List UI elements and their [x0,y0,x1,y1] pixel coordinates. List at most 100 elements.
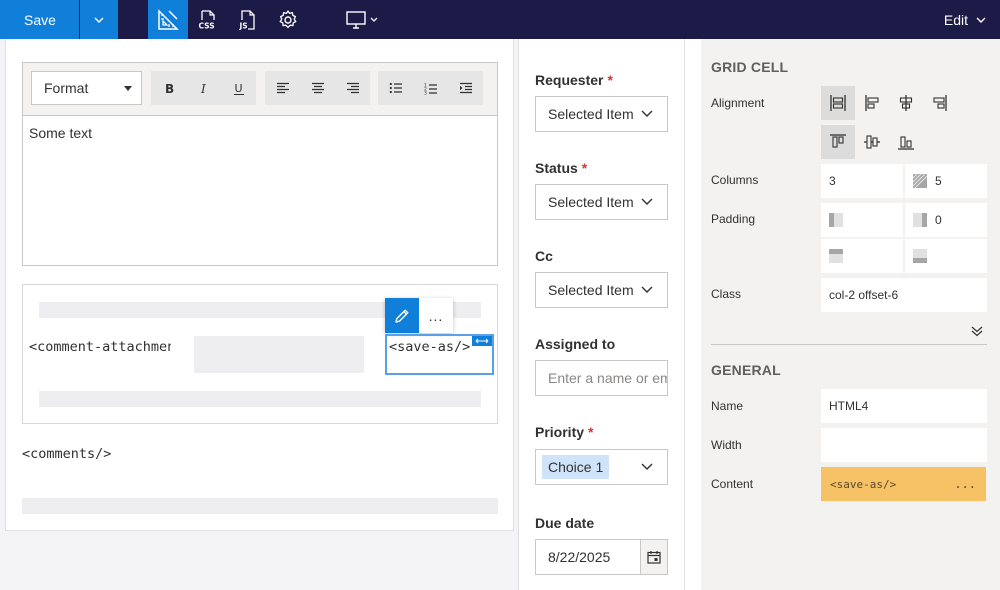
comments-tag: <comments/> [22,446,112,462]
panel-gutter [685,39,701,590]
selected-cell-tag: <save-as/> [389,339,471,355]
pencil-icon [395,309,409,323]
v-align-bottom-button[interactable] [889,125,923,159]
align-center-button[interactable] [300,71,335,105]
padding-bottom-icon [913,249,927,263]
css-button[interactable]: CSS [188,0,228,39]
chevron-down-icon [976,17,986,23]
alignment-label: Alignment [711,96,765,110]
form-canvas: Format B I U 123 Some text <comment-atta… [0,39,518,590]
content-input[interactable]: <save-as/> ... [821,467,986,501]
v-align-middle-button[interactable] [855,125,889,159]
width-label: Width [711,438,742,452]
selected-grid-cell[interactable]: <save-as/> [385,334,494,375]
columns-input[interactable]: 3 [821,164,903,198]
alignment-group [265,71,370,105]
section-divider [711,344,987,345]
css-icon: CSS [199,9,215,30]
settings-button[interactable] [268,0,308,39]
svg-text:CSS: CSS [199,21,215,30]
h-align-center-button[interactable] [889,86,923,120]
align-left-button[interactable] [265,71,300,105]
edit-cell-button[interactable] [385,298,419,333]
empty-grid-cell[interactable] [194,336,364,373]
priority-dropdown[interactable]: Choice 1 [535,449,668,485]
text-style-group: B I U [151,71,256,105]
padding-right-value: 0 [935,213,942,227]
resize-handle-icon[interactable] [472,336,492,346]
requester-dropdown[interactable]: Selected Item [535,96,668,132]
expand-section-button[interactable] [971,325,983,337]
class-label: Class [711,287,742,301]
comments-control[interactable]: <comments/> [22,446,111,462]
calendar-button[interactable] [640,540,667,574]
editor-body[interactable]: Some text [23,116,497,150]
padding-right-input[interactable]: 0 [905,203,987,237]
content-label: Content [711,477,754,491]
comment-attachment-control[interactable]: <comment-attachment/> [29,339,171,355]
padding-left-icon [829,213,843,227]
bold-button[interactable]: B [151,71,186,105]
align-left-icon [276,82,289,94]
indent-button[interactable] [448,71,483,105]
cell-more-button[interactable]: ... [419,298,453,333]
padding-left-input[interactable] [821,203,903,237]
cc-dropdown[interactable]: Selected Item [535,272,668,308]
h-align-stretch-button[interactable] [821,86,855,120]
align-right-icon [933,95,947,111]
name-value: HTML4 [829,399,869,413]
content-more-button[interactable]: ... [954,477,976,491]
save-button[interactable]: Save [0,0,79,39]
svg-text:U: U [234,82,242,95]
bullet-list-button[interactable] [378,71,413,105]
rich-text-editor: Format B I U 123 Some text [22,62,498,266]
width-input[interactable] [821,428,987,462]
svg-text:I: I [200,82,206,94]
padding-label: Padding [711,212,756,226]
due-date-value[interactable]: 8/22/2025 [536,540,640,574]
status-value: Selected Item [548,194,634,210]
layout-button[interactable] [148,0,188,39]
name-input[interactable]: HTML4 [821,389,987,423]
form-card: Format B I U 123 Some text <comment-atta… [5,39,514,531]
required-marker: * [607,72,613,88]
padding-right-icon [913,213,927,227]
v-align-top-button[interactable] [821,125,855,159]
more-label: ... [428,307,444,324]
italic-button[interactable]: I [186,71,221,105]
offset-value: 5 [935,174,942,188]
align-right-button[interactable] [335,71,370,105]
attachment-tag: <comment-attachment/> [29,339,171,355]
format-dropdown[interactable]: Format [31,71,142,105]
grid-row-placeholder [39,391,481,407]
underline-button[interactable]: U [221,71,256,105]
align-right-icon [346,82,359,94]
offset-input[interactable]: 5 [905,164,987,198]
padding-top-icon [829,249,843,263]
status-dropdown[interactable]: Selected Item [535,184,668,220]
top-toolbar: Save CSS JS Edit [0,0,1000,39]
calendar-icon [647,551,661,564]
monitor-icon [346,10,378,29]
h-align-left-button[interactable] [855,86,889,120]
double-chevron-down-icon [971,326,983,337]
assigned-to-input[interactable] [535,360,668,396]
h-align-right-button[interactable] [923,86,957,120]
padding-top-input[interactable] [821,239,903,273]
chevron-down-icon [94,17,104,23]
js-button[interactable]: JS [228,0,268,39]
cc-value: Selected Item [548,282,634,298]
numbered-list-button[interactable]: 123 [413,71,448,105]
due-date-field[interactable]: 8/22/2025 [535,539,668,575]
class-value: col-2 offset-6 [829,288,899,302]
class-input[interactable]: col-2 offset-6 [821,278,987,312]
edit-menu[interactable]: Edit [944,0,986,39]
padding-bottom-input[interactable] [905,239,987,273]
grid-container: <comment-attachment/> ... <save-as/> [22,284,498,424]
save-options-button[interactable] [80,0,118,39]
align-center-icon [311,82,324,94]
bold-icon: B [165,82,174,94]
grid-cell-section-title: GRID CELL [711,59,789,75]
cell-floating-toolbar: ... [385,298,453,333]
preview-device-button[interactable] [340,0,384,39]
